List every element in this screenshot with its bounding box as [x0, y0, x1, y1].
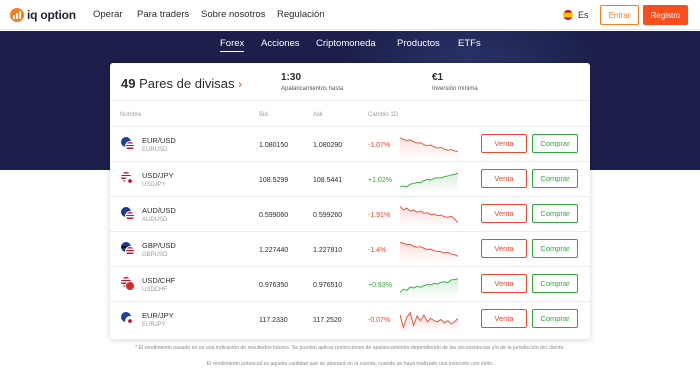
pair-symbol[interactable]: USD/CHF — [142, 276, 175, 285]
pair-symbol[interactable]: GBP/USD — [142, 241, 176, 250]
change-value: -0.07% — [368, 317, 391, 324]
table-row[interactable]: EUR/JPY EURJPY 117.2330 117.2520 -0.07% … — [110, 301, 590, 336]
pair-symbol[interactable]: AUD/USD — [142, 206, 176, 215]
pair-code: USDJPY — [142, 182, 166, 188]
currency-pair-flags-icon — [120, 171, 137, 188]
pairs-count: 49 — [121, 76, 136, 91]
ask-value: 117.2520 — [313, 317, 342, 324]
column-cambio: Cambio 1D — [368, 112, 399, 118]
sparkline-chart — [400, 311, 458, 333]
sell-button[interactable]: Venta — [481, 309, 527, 328]
sparkline-chart — [400, 137, 458, 158]
nav-operar[interactable]: Operar — [93, 9, 123, 20]
iq-option-logo[interactable]: iq option — [10, 8, 76, 22]
currency-pair-flags-icon — [120, 206, 137, 223]
buy-button[interactable]: Comprar — [532, 169, 578, 188]
buy-button[interactable]: Comprar — [532, 274, 578, 293]
sell-button[interactable]: Venta — [481, 274, 527, 293]
spain-flag-icon — [563, 10, 573, 20]
registro-button[interactable]: Registro — [643, 5, 688, 25]
instrument-tabs: Forex Acciones Criptomoneda Productos ET… — [0, 38, 700, 54]
sparkline-area — [400, 137, 458, 158]
currency-pair-flags-icon — [120, 311, 137, 328]
leverage-value: 1:30 — [281, 72, 302, 83]
nav-para-traders[interactable]: Para traders — [137, 9, 189, 20]
ask-value: 1.227810 — [313, 247, 343, 254]
bid-value: 108.5299 — [259, 177, 289, 184]
pair-code: USDCHF — [142, 287, 167, 293]
change-value: -1.07% — [368, 142, 391, 149]
tab-criptomoneda[interactable]: Criptomoneda — [316, 38, 376, 49]
bid-value: 117.2330 — [259, 317, 288, 324]
sparkline-area — [400, 173, 458, 193]
pair-symbol[interactable]: EUR/JPY — [142, 311, 174, 320]
column-nombre: Nombre — [120, 112, 142, 118]
table-row[interactable]: USD/CHF USDCHF 0.976350 0.976510 +0.93% … — [110, 266, 590, 301]
disclaimer-line-1: * El rendimiento pasado no es una indica… — [135, 345, 565, 351]
currency-pair-flags-icon — [120, 276, 137, 293]
tab-forex[interactable]: Forex — [220, 38, 245, 52]
table-row[interactable]: USD/JPY USDJPY 108.5299 108.5441 +1.02% … — [110, 161, 590, 196]
bid-value: 0.976350 — [259, 282, 289, 289]
change-value: -1.4% — [368, 247, 387, 254]
pair-symbol[interactable]: USD/JPY — [142, 171, 174, 180]
nav-regulacion[interactable]: Regulación — [277, 9, 325, 20]
pair-code: EURJPY — [142, 322, 166, 328]
ask-value: 1.080290 — [313, 142, 343, 149]
bid-value: 0.599060 — [259, 212, 289, 219]
sparkline-chart — [400, 206, 458, 228]
pairs-label: Pares de divisas — [135, 76, 235, 91]
sell-button[interactable]: Venta — [481, 239, 527, 258]
sell-button[interactable]: Venta — [481, 169, 527, 188]
column-bid: Bid — [259, 112, 268, 118]
pair-code: EURUSD — [142, 147, 168, 153]
bid-value: 1.227440 — [259, 247, 289, 254]
buy-button[interactable]: Comprar — [532, 204, 578, 223]
disclaimer-line-2: El rendimiento potencial es aquella cant… — [206, 361, 494, 367]
table-row[interactable]: EUR/USD EURUSD 1.080150 1.080290 -1.07% … — [110, 126, 590, 161]
buy-button[interactable]: Comprar — [532, 239, 578, 258]
buy-button[interactable]: Comprar — [532, 309, 578, 328]
bid-value: 1.080150 — [259, 142, 289, 149]
tab-acciones[interactable]: Acciones — [261, 38, 300, 49]
buy-button[interactable]: Comprar — [532, 134, 578, 153]
sell-button[interactable]: Venta — [481, 134, 527, 153]
sparkline-chart — [400, 172, 458, 193]
logo-text: iq option — [27, 8, 76, 22]
pairs-title[interactable]: 49 Pares de divisas — [121, 76, 234, 91]
table-row[interactable]: AUD/USD AUDUSD 0.599060 0.599260 -1.91% … — [110, 196, 590, 231]
ask-value: 108.5441 — [313, 177, 343, 184]
card-header: 49 Pares de divisas › 1:30 Apalancamient… — [110, 63, 590, 101]
entrar-button[interactable]: Entrar — [600, 5, 639, 25]
min-invest-value: €1 — [432, 72, 444, 83]
nav-sobre-nosotros[interactable]: Sobre nosotros — [201, 9, 265, 20]
pair-code: GBPUSD — [142, 252, 168, 258]
currency-pair-flags-icon — [120, 241, 137, 258]
pair-code: AUDUSD — [142, 217, 168, 223]
leverage-label: Apalancamientos hasta — [281, 86, 344, 92]
chevron-right-icon[interactable]: › — [238, 77, 242, 91]
sparkline-chart — [400, 278, 458, 298]
sell-button[interactable]: Venta — [481, 204, 527, 223]
tab-productos[interactable]: Productos — [397, 38, 440, 49]
table-row[interactable]: GBP/USD GBPUSD 1.227440 1.227810 -1.4% V… — [110, 231, 590, 266]
logo-bars-icon — [10, 8, 24, 22]
language-label: Es — [578, 10, 589, 20]
language-selector[interactable]: Es — [563, 10, 589, 20]
tab-etfs[interactable]: ETFs — [458, 38, 481, 49]
ask-value: 0.599260 — [313, 212, 343, 219]
pair-symbol[interactable]: EUR/USD — [142, 136, 176, 145]
ask-value: 0.976510 — [313, 282, 343, 289]
change-value: +0.93% — [368, 282, 392, 289]
column-ask: Ask — [313, 112, 324, 118]
change-value: +1.02% — [368, 177, 392, 184]
change-value: -1.91% — [368, 212, 391, 219]
top-navigation-bar: iq option Operar Para traders Sobre noso… — [0, 0, 700, 30]
min-invest-label: Inversión mínima — [432, 86, 478, 92]
sparkline-chart — [400, 242, 458, 263]
currency-pair-flags-icon — [120, 136, 137, 153]
forex-pairs-card: 49 Pares de divisas › 1:30 Apalancamient… — [110, 63, 590, 339]
